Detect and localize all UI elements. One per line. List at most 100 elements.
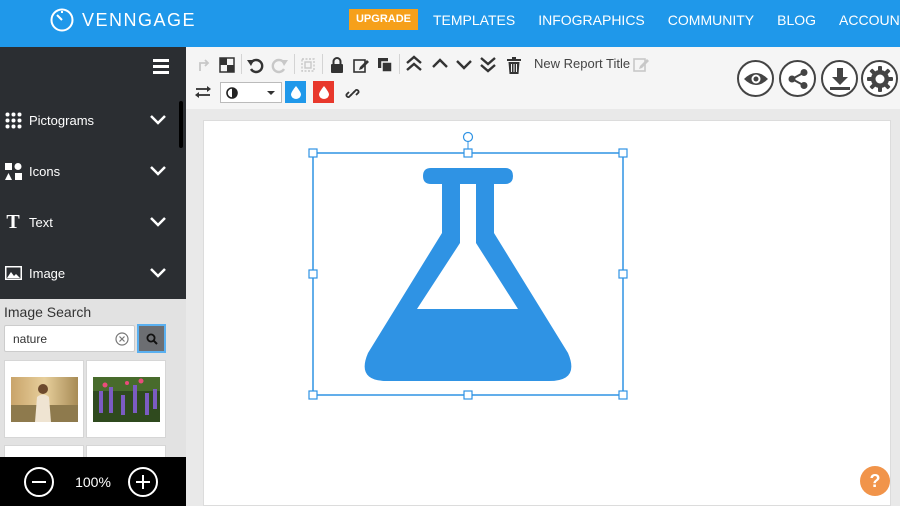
lavender-flowers-photo [93, 377, 160, 422]
duplicate-icon[interactable] [376, 56, 394, 74]
transparency-icon[interactable] [218, 56, 236, 74]
top-nav: VENNGAGE UPGRADE TEMPLATES INFOGRAPHICS … [0, 0, 900, 47]
editor-toolbar: New Report Title [186, 47, 900, 109]
left-sidebar: Pictograms Icons T Text Image Image Sear… [0, 47, 186, 506]
sidebar-scrollbar[interactable] [179, 101, 183, 148]
rotate-handle[interactable] [462, 131, 474, 143]
image-search-panel: Image Search [0, 299, 186, 457]
droplet-icon [290, 85, 301, 99]
zoom-bar: 100% [0, 457, 186, 506]
nav-templates[interactable]: TEMPLATES [433, 12, 515, 28]
canvas-layer [308, 131, 628, 400]
image-search-box [4, 325, 135, 352]
image-thumbnail[interactable] [4, 445, 84, 457]
shapes-icon [4, 162, 22, 180]
send-to-back-icon[interactable] [479, 55, 497, 73]
image-thumbnail-woman[interactable] [4, 360, 84, 438]
image-search-input[interactable] [13, 330, 109, 348]
stroke-color-button[interactable] [313, 81, 334, 103]
share-button[interactable] [779, 60, 816, 97]
edit-title-icon[interactable] [632, 55, 650, 73]
upgrade-button[interactable]: UPGRADE [349, 9, 418, 30]
report-title[interactable]: New Report Title [534, 56, 630, 71]
nav-blog[interactable]: BLOG [777, 12, 816, 28]
clock-logo-icon [50, 8, 74, 32]
resize-handle[interactable] [463, 148, 473, 158]
resize-handle[interactable] [308, 148, 318, 158]
image-search-title: Image Search [4, 304, 92, 320]
flask-icon[interactable] [364, 168, 572, 381]
opacity-dropdown[interactable] [220, 82, 282, 103]
sidebar-item-text[interactable]: T Text [0, 202, 178, 242]
canvas-area [186, 109, 900, 506]
brand-name: VENNGAGE [82, 9, 197, 30]
resize-handle[interactable] [308, 269, 318, 279]
toolbar-divider [294, 54, 295, 74]
sidebar-item-image[interactable]: Image [0, 253, 178, 293]
sidebar-item-pictograms[interactable]: Pictograms [0, 100, 178, 140]
sidebar-item-label: Image [29, 265, 66, 281]
text-t-icon: T [6, 210, 20, 233]
bring-forward-icon[interactable] [431, 55, 449, 73]
resize-handle[interactable] [618, 269, 628, 279]
sidebar-item-label: Pictograms [29, 112, 95, 128]
image-thumbnail[interactable] [86, 445, 166, 457]
bring-to-front-icon[interactable] [405, 55, 423, 73]
plus-icon-v [142, 475, 144, 489]
toolbar-divider [241, 54, 242, 74]
resize-handle[interactable] [618, 148, 628, 158]
download-button[interactable] [821, 60, 858, 97]
gear-icon [866, 65, 893, 92]
toolbar-divider [399, 54, 400, 74]
main-nav: TEMPLATES INFOGRAPHICS COMMUNITY BLOG AC… [433, 0, 900, 40]
preview-button[interactable] [737, 60, 774, 97]
logo[interactable]: VENNGAGE [50, 8, 196, 32]
clear-search-icon[interactable] [115, 332, 129, 346]
resize-handle[interactable] [308, 390, 318, 400]
share-icon [788, 68, 807, 89]
nav-community[interactable]: COMMUNITY [668, 12, 754, 28]
download-icon [829, 67, 850, 90]
undo-icon[interactable] [246, 56, 264, 74]
send-backward-icon[interactable] [455, 55, 473, 73]
chevron-down-icon [150, 166, 166, 176]
crop-icon[interactable] [299, 56, 317, 74]
image-search-button[interactable] [137, 324, 166, 353]
design-canvas[interactable] [203, 120, 891, 506]
nav-account[interactable]: ACCOUNT [839, 12, 900, 28]
grid-dots-icon [4, 111, 22, 129]
zoom-out-button[interactable] [24, 467, 54, 497]
chevron-down-icon [150, 268, 166, 278]
eye-icon [743, 72, 768, 85]
minus-icon [32, 481, 46, 483]
woman-field-photo [11, 377, 78, 422]
sidebar-item-icons[interactable]: Icons [0, 151, 178, 191]
lock-icon[interactable] [328, 56, 346, 74]
chevron-down-icon [150, 217, 166, 227]
search-icon [146, 333, 158, 345]
image-icon [4, 264, 22, 282]
redo-icon[interactable] [270, 56, 288, 74]
fill-color-button[interactable] [285, 81, 306, 103]
settings-button[interactable] [861, 60, 898, 97]
toolbar-divider [322, 54, 323, 74]
edit-icon[interactable] [352, 56, 370, 74]
resize-handle[interactable] [618, 390, 628, 400]
sidebar-item-label: Icons [29, 163, 61, 179]
zoom-in-button[interactable] [128, 467, 158, 497]
sidebar-item-label: Text [29, 214, 53, 230]
help-button[interactable]: ? [860, 466, 890, 496]
image-thumbnail-flowers[interactable] [86, 360, 166, 438]
chevron-down-icon [150, 115, 166, 125]
trash-icon[interactable] [505, 56, 523, 74]
link-icon[interactable] [343, 84, 361, 102]
caret-down-icon [267, 91, 275, 95]
nav-account-label: ACCOUNT [839, 12, 900, 28]
hamburger-menu-icon[interactable] [153, 59, 169, 74]
nav-infographics[interactable]: INFOGRAPHICS [538, 12, 645, 28]
resize-handle[interactable] [463, 390, 473, 400]
redo-arrow-icon[interactable] [194, 56, 212, 74]
half-circle-icon [226, 87, 238, 99]
droplet-icon [318, 85, 329, 99]
swap-arrows-icon[interactable] [194, 83, 212, 101]
